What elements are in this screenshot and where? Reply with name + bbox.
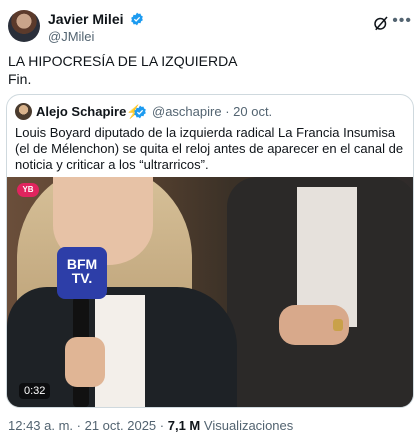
quoted-post-text: Louis Boyard diputado de la izquierda ra… bbox=[15, 125, 404, 172]
more-icon[interactable]: ••• bbox=[392, 12, 412, 30]
author-avatar[interactable] bbox=[8, 10, 40, 42]
post-text: LA HIPOCRESÍA DE LA IZQUIERDA Fin. bbox=[8, 52, 238, 88]
quoted-meta: @aschapire · 20 oct. bbox=[152, 104, 272, 119]
views-count: 7,1 M bbox=[167, 418, 201, 433]
quoted-verified-badge-icon bbox=[134, 105, 146, 119]
channel-badge: YB bbox=[17, 183, 39, 197]
video-duration: 0:32 bbox=[19, 383, 51, 399]
post-footer: 12:43 a. m. · 21 oct. 2025 · 7,1 M Visua… bbox=[8, 418, 293, 433]
footer-separator: · bbox=[159, 418, 165, 433]
video-player[interactable]: BFM TV. YB 0:32 bbox=[7, 177, 413, 407]
author-name[interactable]: Javier Milei bbox=[48, 11, 144, 27]
quoted-author-avatar[interactable] bbox=[15, 103, 32, 120]
author-name-text[interactable]: Javier Milei bbox=[48, 11, 124, 27]
microphone-logo-line1: BFM bbox=[66, 256, 98, 272]
post-text-line2: Fin. bbox=[8, 71, 32, 87]
video-scene-reporter-hand bbox=[65, 337, 105, 387]
post-text-line1: LA HIPOCRESÍA DE LA IZQUIERDA bbox=[8, 53, 238, 69]
author-handle[interactable]: @JMilei bbox=[48, 29, 94, 44]
microphone-logo-line2: TV. bbox=[71, 270, 93, 286]
quoted-author-name-text[interactable]: Alejo Schapire bbox=[36, 104, 126, 119]
post-timestamp[interactable]: 12:43 a. m. · 21 oct. 2025 bbox=[8, 418, 156, 433]
quoted-post[interactable]: Alejo Schapire⚡ @aschapire · 20 oct. Lou… bbox=[6, 94, 414, 408]
quoted-date[interactable]: · 20 oct. bbox=[225, 104, 272, 119]
watch-icon bbox=[333, 319, 343, 331]
views-label: Visualizaciones bbox=[203, 418, 294, 433]
quoted-author-handle[interactable]: @aschapire bbox=[152, 104, 222, 119]
post-header: Javier Milei @JMilei ••• bbox=[8, 8, 412, 44]
quoted-author-name[interactable]: Alejo Schapire⚡ bbox=[36, 104, 143, 120]
grok-icon[interactable] bbox=[372, 14, 390, 32]
verified-badge-icon bbox=[131, 12, 144, 26]
microphone-logo: BFM TV. bbox=[57, 247, 107, 299]
